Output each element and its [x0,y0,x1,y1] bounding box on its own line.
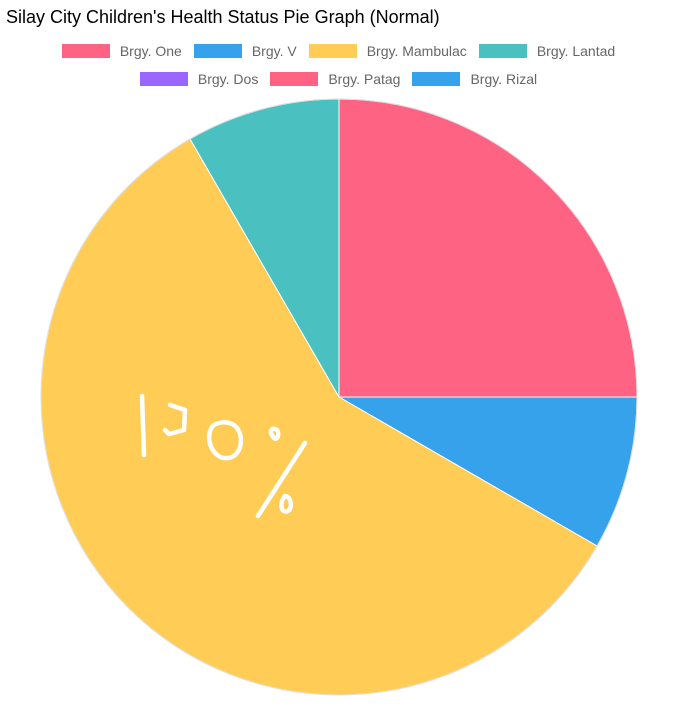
pie-slices [40,98,638,696]
pie-slice-brgy-one[interactable] [338,98,638,398]
scribble-stroke [139,393,147,458]
pie-chart [40,98,638,696]
